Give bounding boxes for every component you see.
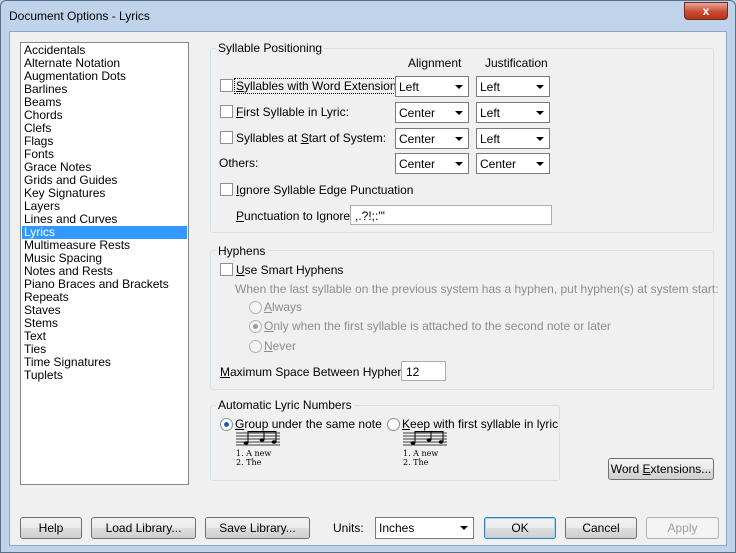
start-of-system-justification-select[interactable]: Left xyxy=(476,128,550,149)
others-alignment-select[interactable]: Center xyxy=(395,153,469,174)
hyphens-title: Hyphens xyxy=(216,244,268,258)
chevron-down-icon xyxy=(455,137,463,141)
save-library-button[interactable]: Save Library... xyxy=(205,517,310,539)
start-of-system-alignment-select[interactable]: Center xyxy=(395,128,469,149)
dialog-body: Accidentals Alternate Notation Augmentatio… xyxy=(9,31,727,546)
hyphen-only-when-radio[interactable] xyxy=(249,320,262,333)
word-extensions-justification-select[interactable]: Left xyxy=(476,76,550,97)
keep-example-image: 1. A new 2. The xyxy=(403,431,463,471)
others-justification-select[interactable]: Center xyxy=(476,153,550,174)
ignore-edge-punctuation-label: Ignore Syllable Edge Punctuation xyxy=(236,183,414,197)
hyphen-description: When the last syllable on the previous s… xyxy=(235,282,719,296)
syllables-word-extensions-label: Syllables with Word Extensions: xyxy=(234,78,408,94)
lyric-numbers-title: Automatic Lyric Numbers xyxy=(216,398,354,412)
hyphen-always-label: Always xyxy=(264,300,303,314)
category-item[interactable]: Text xyxy=(22,330,187,343)
chevron-down-icon xyxy=(455,85,463,89)
hyphen-always-radio[interactable] xyxy=(249,301,262,314)
chevron-down-icon xyxy=(536,85,544,89)
close-button[interactable]: x xyxy=(684,2,728,20)
apply-button[interactable]: Apply xyxy=(646,517,719,539)
ok-button[interactable]: OK xyxy=(484,517,556,539)
staff-icon xyxy=(236,431,280,446)
title-bar[interactable]: Document Options - Lyrics x xyxy=(1,1,735,31)
syllables-word-extensions-checkbox[interactable] xyxy=(220,79,233,92)
first-syllable-justification-select[interactable]: Left xyxy=(476,102,550,123)
chevron-down-icon xyxy=(536,162,544,166)
smart-hyphens-label: Use Smart Hyphens xyxy=(236,263,344,277)
start-of-system-checkbox[interactable] xyxy=(220,131,233,144)
chevron-down-icon xyxy=(460,526,468,530)
category-list[interactable]: Accidentals Alternate Notation Augmentatio… xyxy=(20,42,189,485)
group-example-image: 1. A new 2. The xyxy=(236,431,296,471)
window-title: Document Options - Lyrics xyxy=(9,9,150,23)
hyphen-only-when-label: Only when the first syllable is attached… xyxy=(264,319,611,333)
units-label: Units: xyxy=(333,521,364,535)
chevron-down-icon xyxy=(455,162,463,166)
chevron-down-icon xyxy=(536,111,544,115)
group-under-note-radio[interactable] xyxy=(220,418,233,431)
keep-with-first-label: Keep with first syllable in lyric xyxy=(402,417,559,431)
word-extensions-button[interactable]: Word Extensions... xyxy=(608,458,714,480)
keep-example-line1: 1. A new xyxy=(403,449,439,458)
first-syllable-alignment-select[interactable]: Center xyxy=(395,102,469,123)
keep-example-line2: 2. The xyxy=(403,458,429,467)
chevron-down-icon xyxy=(536,137,544,141)
group-example-line1: 1. A new xyxy=(236,449,272,458)
cancel-button[interactable]: Cancel xyxy=(565,517,637,539)
max-space-input[interactable]: 12 xyxy=(401,361,446,381)
units-select[interactable]: Inches xyxy=(375,517,474,539)
keep-with-first-radio[interactable] xyxy=(387,418,400,431)
alignment-header: Alignment xyxy=(408,56,462,70)
dialog-window: Document Options - Lyrics x Accidentals A… xyxy=(0,0,736,553)
ignore-edge-punctuation-checkbox[interactable] xyxy=(220,183,233,196)
smart-hyphens-checkbox[interactable] xyxy=(220,263,233,276)
category-item[interactable]: Stems xyxy=(22,317,187,330)
group-example-line2: 2. The xyxy=(236,458,262,467)
start-of-system-label: Syllables at Start of System: xyxy=(236,131,387,145)
others-label: Others: xyxy=(219,156,259,170)
load-library-button[interactable]: Load Library... xyxy=(91,517,196,539)
first-syllable-checkbox[interactable] xyxy=(220,105,233,118)
punctuation-to-ignore-label: Punctuation to Ignore: xyxy=(236,209,354,223)
word-extensions-alignment-select[interactable]: Left xyxy=(395,76,469,97)
help-button[interactable]: Help xyxy=(20,517,82,539)
staff-icon xyxy=(403,431,447,446)
chevron-down-icon xyxy=(455,111,463,115)
syllable-positioning-title: Syllable Positioning xyxy=(216,41,325,55)
max-space-label: Maximum Space Between Hyphens: xyxy=(220,365,414,379)
category-item[interactable]: Tuplets xyxy=(22,369,187,382)
justification-header: Justification xyxy=(485,56,548,70)
hyphen-never-label: Never xyxy=(264,339,297,353)
punctuation-to-ignore-input[interactable]: ,.?!;:'" xyxy=(350,205,552,225)
first-syllable-label: First Syllable in Lyric: xyxy=(236,105,349,119)
group-under-note-label: Group under the same note xyxy=(235,417,382,431)
hyphen-never-radio[interactable] xyxy=(249,340,262,353)
close-icon: x xyxy=(702,4,710,18)
